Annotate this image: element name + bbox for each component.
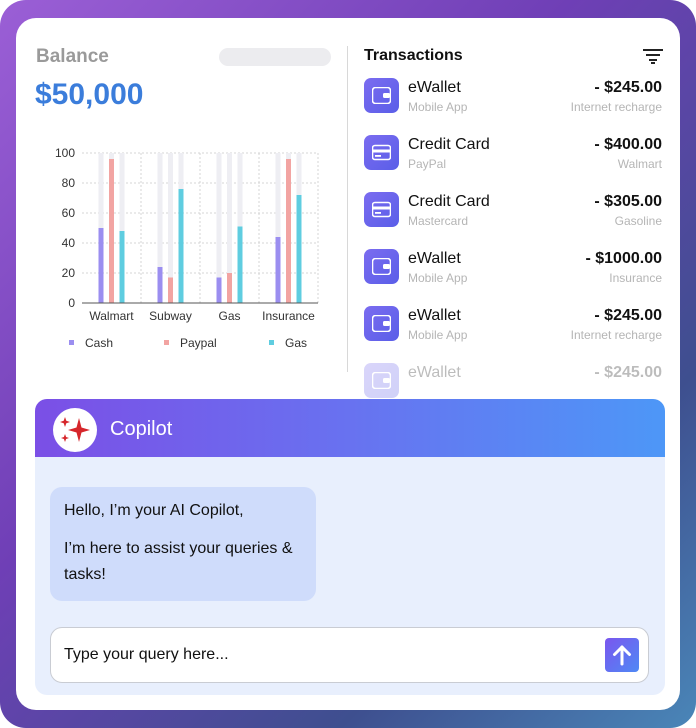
transaction-row[interactable]: Credit Card Mastercard - $305.00 Gasolin… — [364, 190, 664, 230]
transaction-name: Credit Card — [408, 193, 490, 210]
spending-chart: 0 20 40 60 80 100 Walmart Subway Gas Insurance Cas… — [16, 138, 336, 368]
bar — [296, 195, 302, 303]
transaction-row[interactable]: eWallet Mobile App - $245.00 Internet re… — [364, 76, 664, 116]
legend-swatch — [164, 340, 169, 345]
copilot-header: Copilot — [35, 399, 665, 457]
bar — [237, 226, 243, 303]
wallet-icon — [364, 306, 399, 341]
bar — [119, 231, 125, 303]
bar — [178, 189, 184, 303]
bar — [216, 277, 222, 303]
transaction-name: eWallet — [408, 364, 461, 381]
transaction-row[interactable]: eWallet Mobile App - $1000.00 Insurance — [364, 247, 664, 287]
balance-label: Balance — [36, 46, 109, 67]
transaction-note: Gasoline — [614, 214, 662, 228]
copilot-title: Copilot — [110, 418, 173, 440]
bar — [275, 237, 281, 303]
copilot-panel: Copilot Hello, I’m your AI Copilot, I’m … — [35, 399, 665, 695]
transaction-source: Mobile App — [408, 328, 468, 342]
bar — [98, 228, 104, 303]
query-input[interactable] — [64, 643, 584, 667]
wallet-icon — [364, 363, 399, 398]
dashboard-card: Balance $50,000 0 20 40 60 80 100 Walmart Subwa… — [16, 18, 680, 710]
bar — [157, 267, 163, 303]
legend-swatch — [69, 340, 74, 345]
balance-placeholder-pill — [219, 48, 331, 66]
copilot-message-bubble: Hello, I’m your AI Copilot, I’m here to … — [50, 487, 316, 601]
filter-icon[interactable] — [643, 48, 663, 64]
transaction-source: Mobile App — [408, 271, 468, 285]
transaction-source: PayPal — [408, 157, 447, 171]
legend-label: Paypal — [180, 336, 217, 350]
legend-label: Cash — [85, 336, 113, 350]
transaction-name: eWallet — [408, 250, 461, 267]
credit-card-icon — [364, 135, 399, 170]
transaction-name: eWallet — [408, 307, 461, 324]
transaction-source: Mastercard — [408, 214, 469, 228]
bar-chart-svg: 0 20 40 60 80 100 Walmart Subway Gas Insurance Cas… — [55, 146, 319, 350]
y-tick-label: 20 — [62, 266, 76, 280]
y-tick-label: 40 — [62, 236, 76, 250]
transaction-row[interactable]: eWallet - $245.00 — [364, 361, 664, 401]
bar — [286, 159, 291, 303]
balance-amount: $50,000 — [35, 78, 144, 111]
x-tick-label: Gas — [218, 309, 240, 323]
bar — [168, 277, 173, 303]
legend-swatch — [269, 340, 274, 345]
y-tick-label: 60 — [62, 206, 76, 220]
section-divider — [347, 46, 348, 372]
query-box — [50, 627, 649, 683]
bar — [109, 159, 114, 303]
transaction-amount: - $245.00 — [594, 79, 662, 96]
transaction-note: Internet recharge — [570, 100, 662, 114]
transaction-amount: - $245.00 — [594, 364, 662, 381]
transaction-amount: - $305.00 — [594, 193, 662, 210]
x-tick-label: Walmart — [89, 309, 134, 323]
x-tick-label: Insurance — [262, 309, 315, 323]
legend-label: Gas — [285, 336, 307, 350]
y-tick-label: 100 — [55, 146, 75, 160]
transaction-note: Internet recharge — [570, 328, 662, 342]
transaction-amount: - $245.00 — [594, 307, 662, 324]
credit-card-icon — [364, 192, 399, 227]
transaction-note: Insurance — [609, 271, 662, 285]
y-tick-label: 0 — [68, 296, 75, 310]
transactions-title: Transactions — [364, 47, 463, 64]
transactions-list: eWallet Mobile App - $245.00 Internet re… — [364, 76, 664, 398]
wallet-icon — [364, 249, 399, 284]
copilot-greeting: Hello, I’m your AI Copilot, — [64, 502, 244, 519]
transaction-row[interactable]: eWallet Mobile App - $245.00 Internet re… — [364, 304, 664, 344]
wallet-icon — [364, 78, 399, 113]
x-tick-label: Subway — [149, 309, 192, 323]
bar — [227, 273, 232, 303]
transaction-source: Mobile App — [408, 100, 468, 114]
sparkle-icon — [53, 408, 97, 452]
transaction-name: eWallet — [408, 79, 461, 96]
arrow-up-icon — [613, 645, 631, 666]
copilot-intro: I’m here to assist your queries & tasks! — [64, 540, 293, 583]
transaction-amount: - $1000.00 — [585, 250, 662, 267]
send-button[interactable] — [605, 638, 639, 672]
transaction-row[interactable]: Credit Card PayPal - $400.00 Walmart — [364, 133, 664, 173]
y-tick-label: 80 — [62, 176, 76, 190]
transaction-amount: - $400.00 — [594, 136, 662, 153]
transaction-note: Walmart — [617, 157, 662, 171]
transaction-name: Credit Card — [408, 136, 490, 153]
